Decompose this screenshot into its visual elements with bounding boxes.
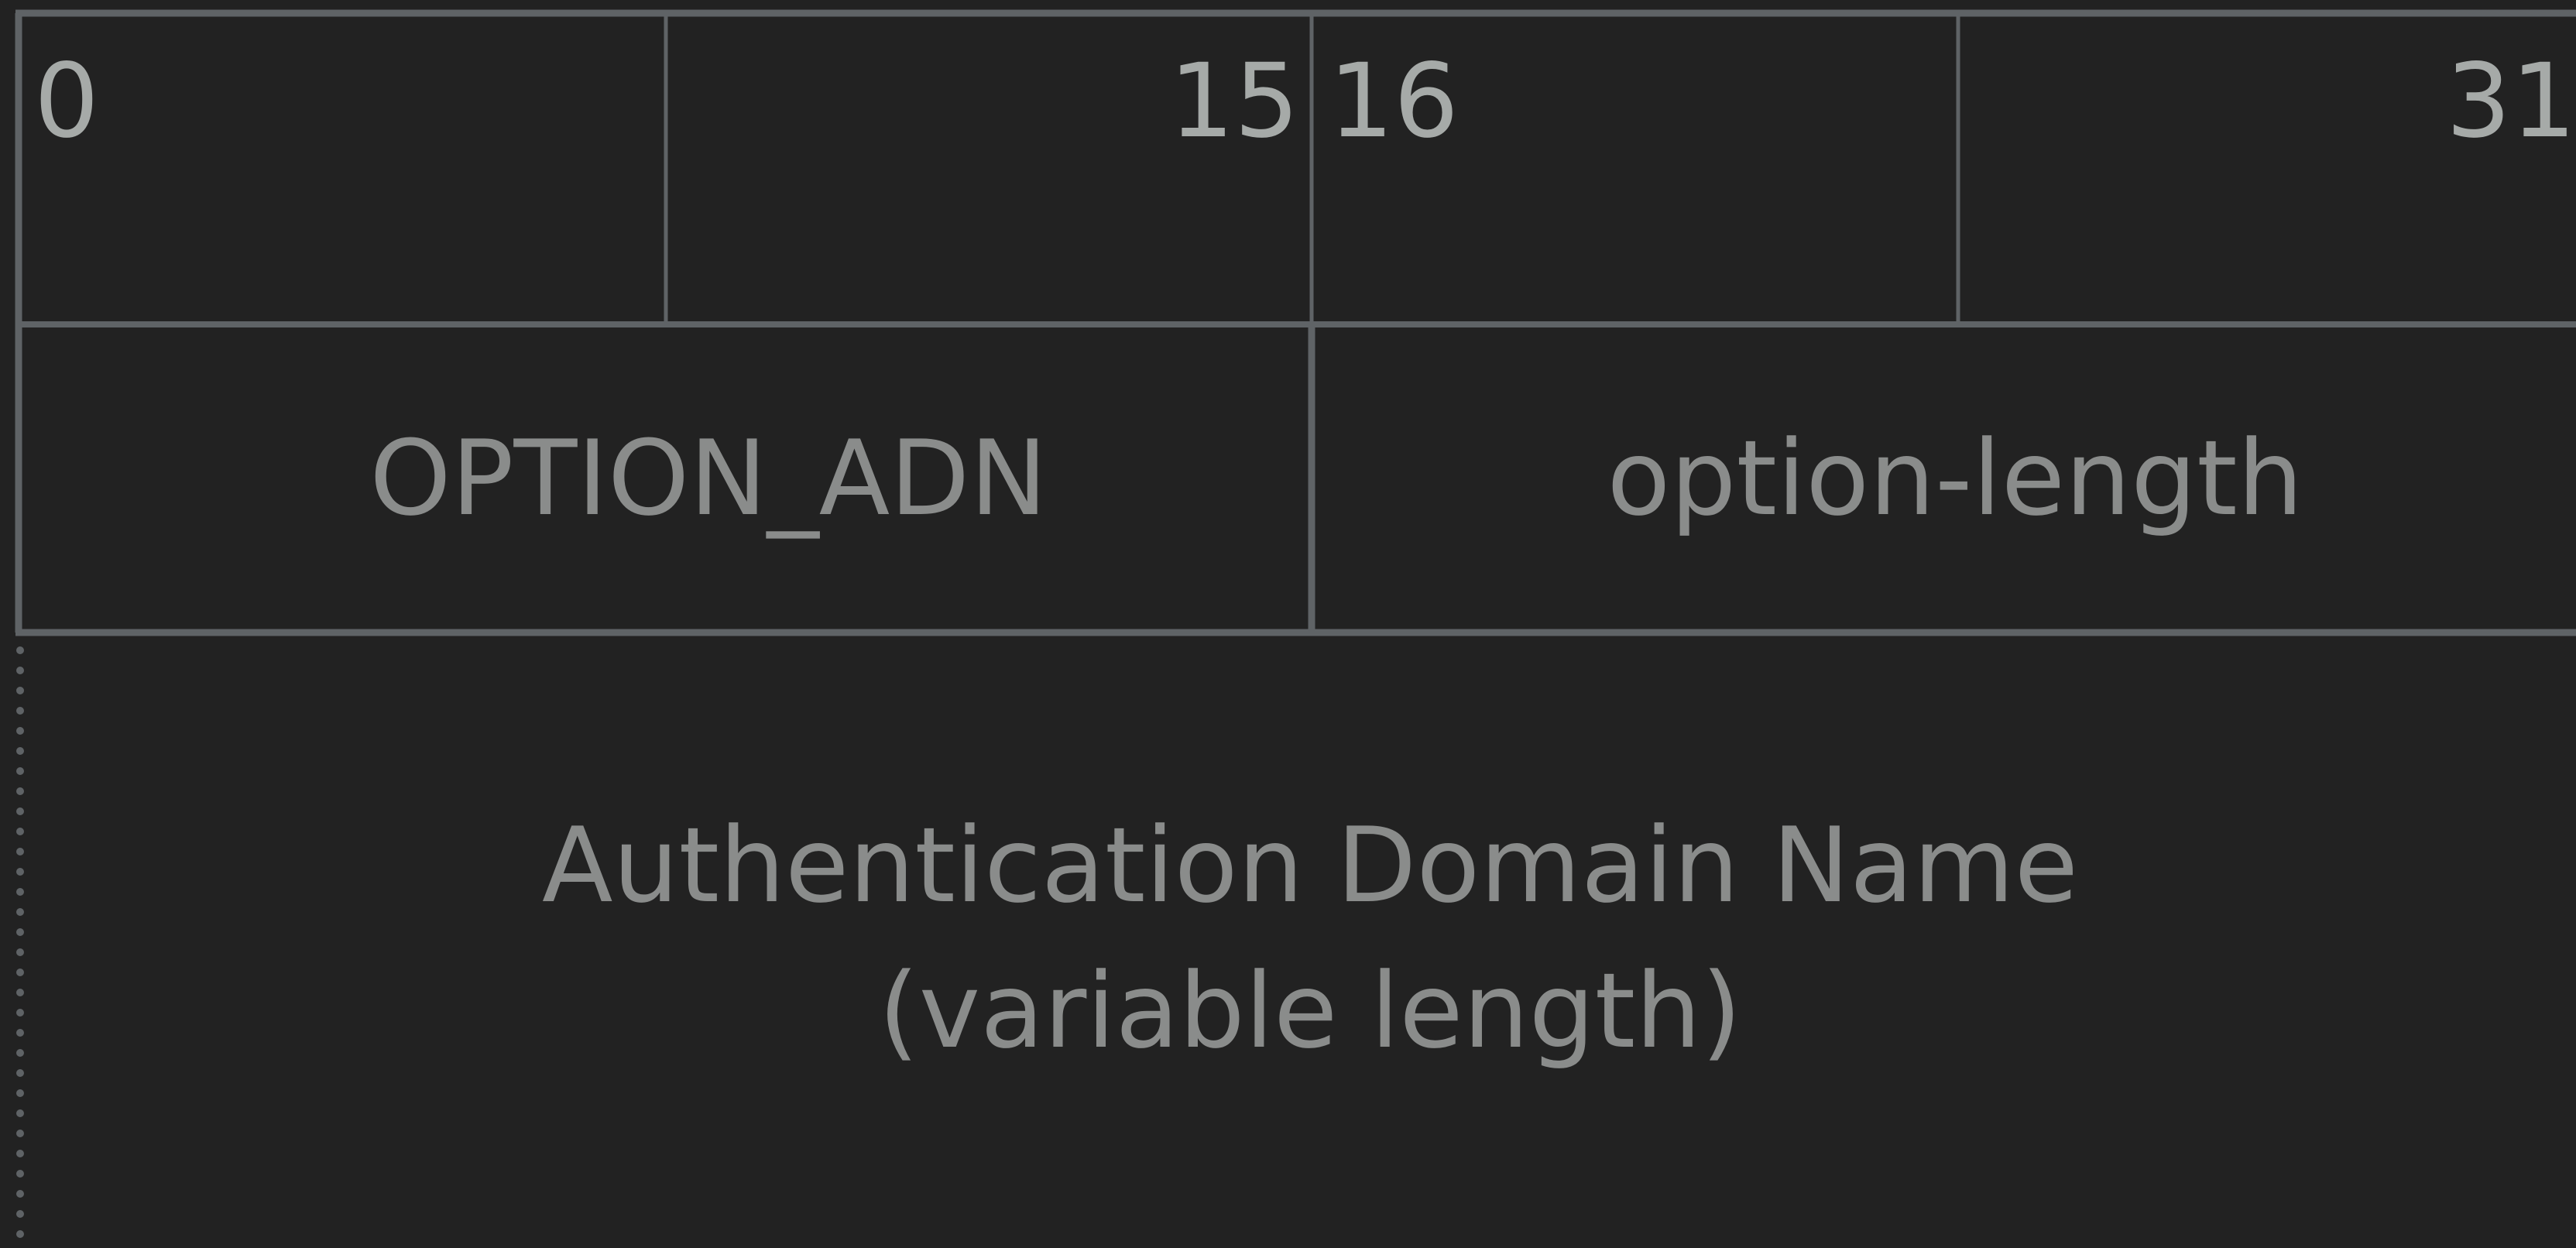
variable-field-subtitle: (variable length) (879, 951, 1742, 1071)
bit-label-31: 31 (2446, 42, 2576, 161)
bit-label-0: 0 (34, 42, 99, 161)
packet-diagram: 0 15 16 31 OPTION_ADN option-length Auth… (0, 0, 2576, 1248)
variable-field-title: Authentication Domain Name (542, 805, 2078, 926)
bit-label-15: 15 (1169, 42, 1299, 161)
field-option-adn: OPTION_ADN (369, 418, 1047, 539)
field-option-length: option-length (1607, 418, 2303, 539)
bit-label-16: 16 (1329, 42, 1459, 161)
